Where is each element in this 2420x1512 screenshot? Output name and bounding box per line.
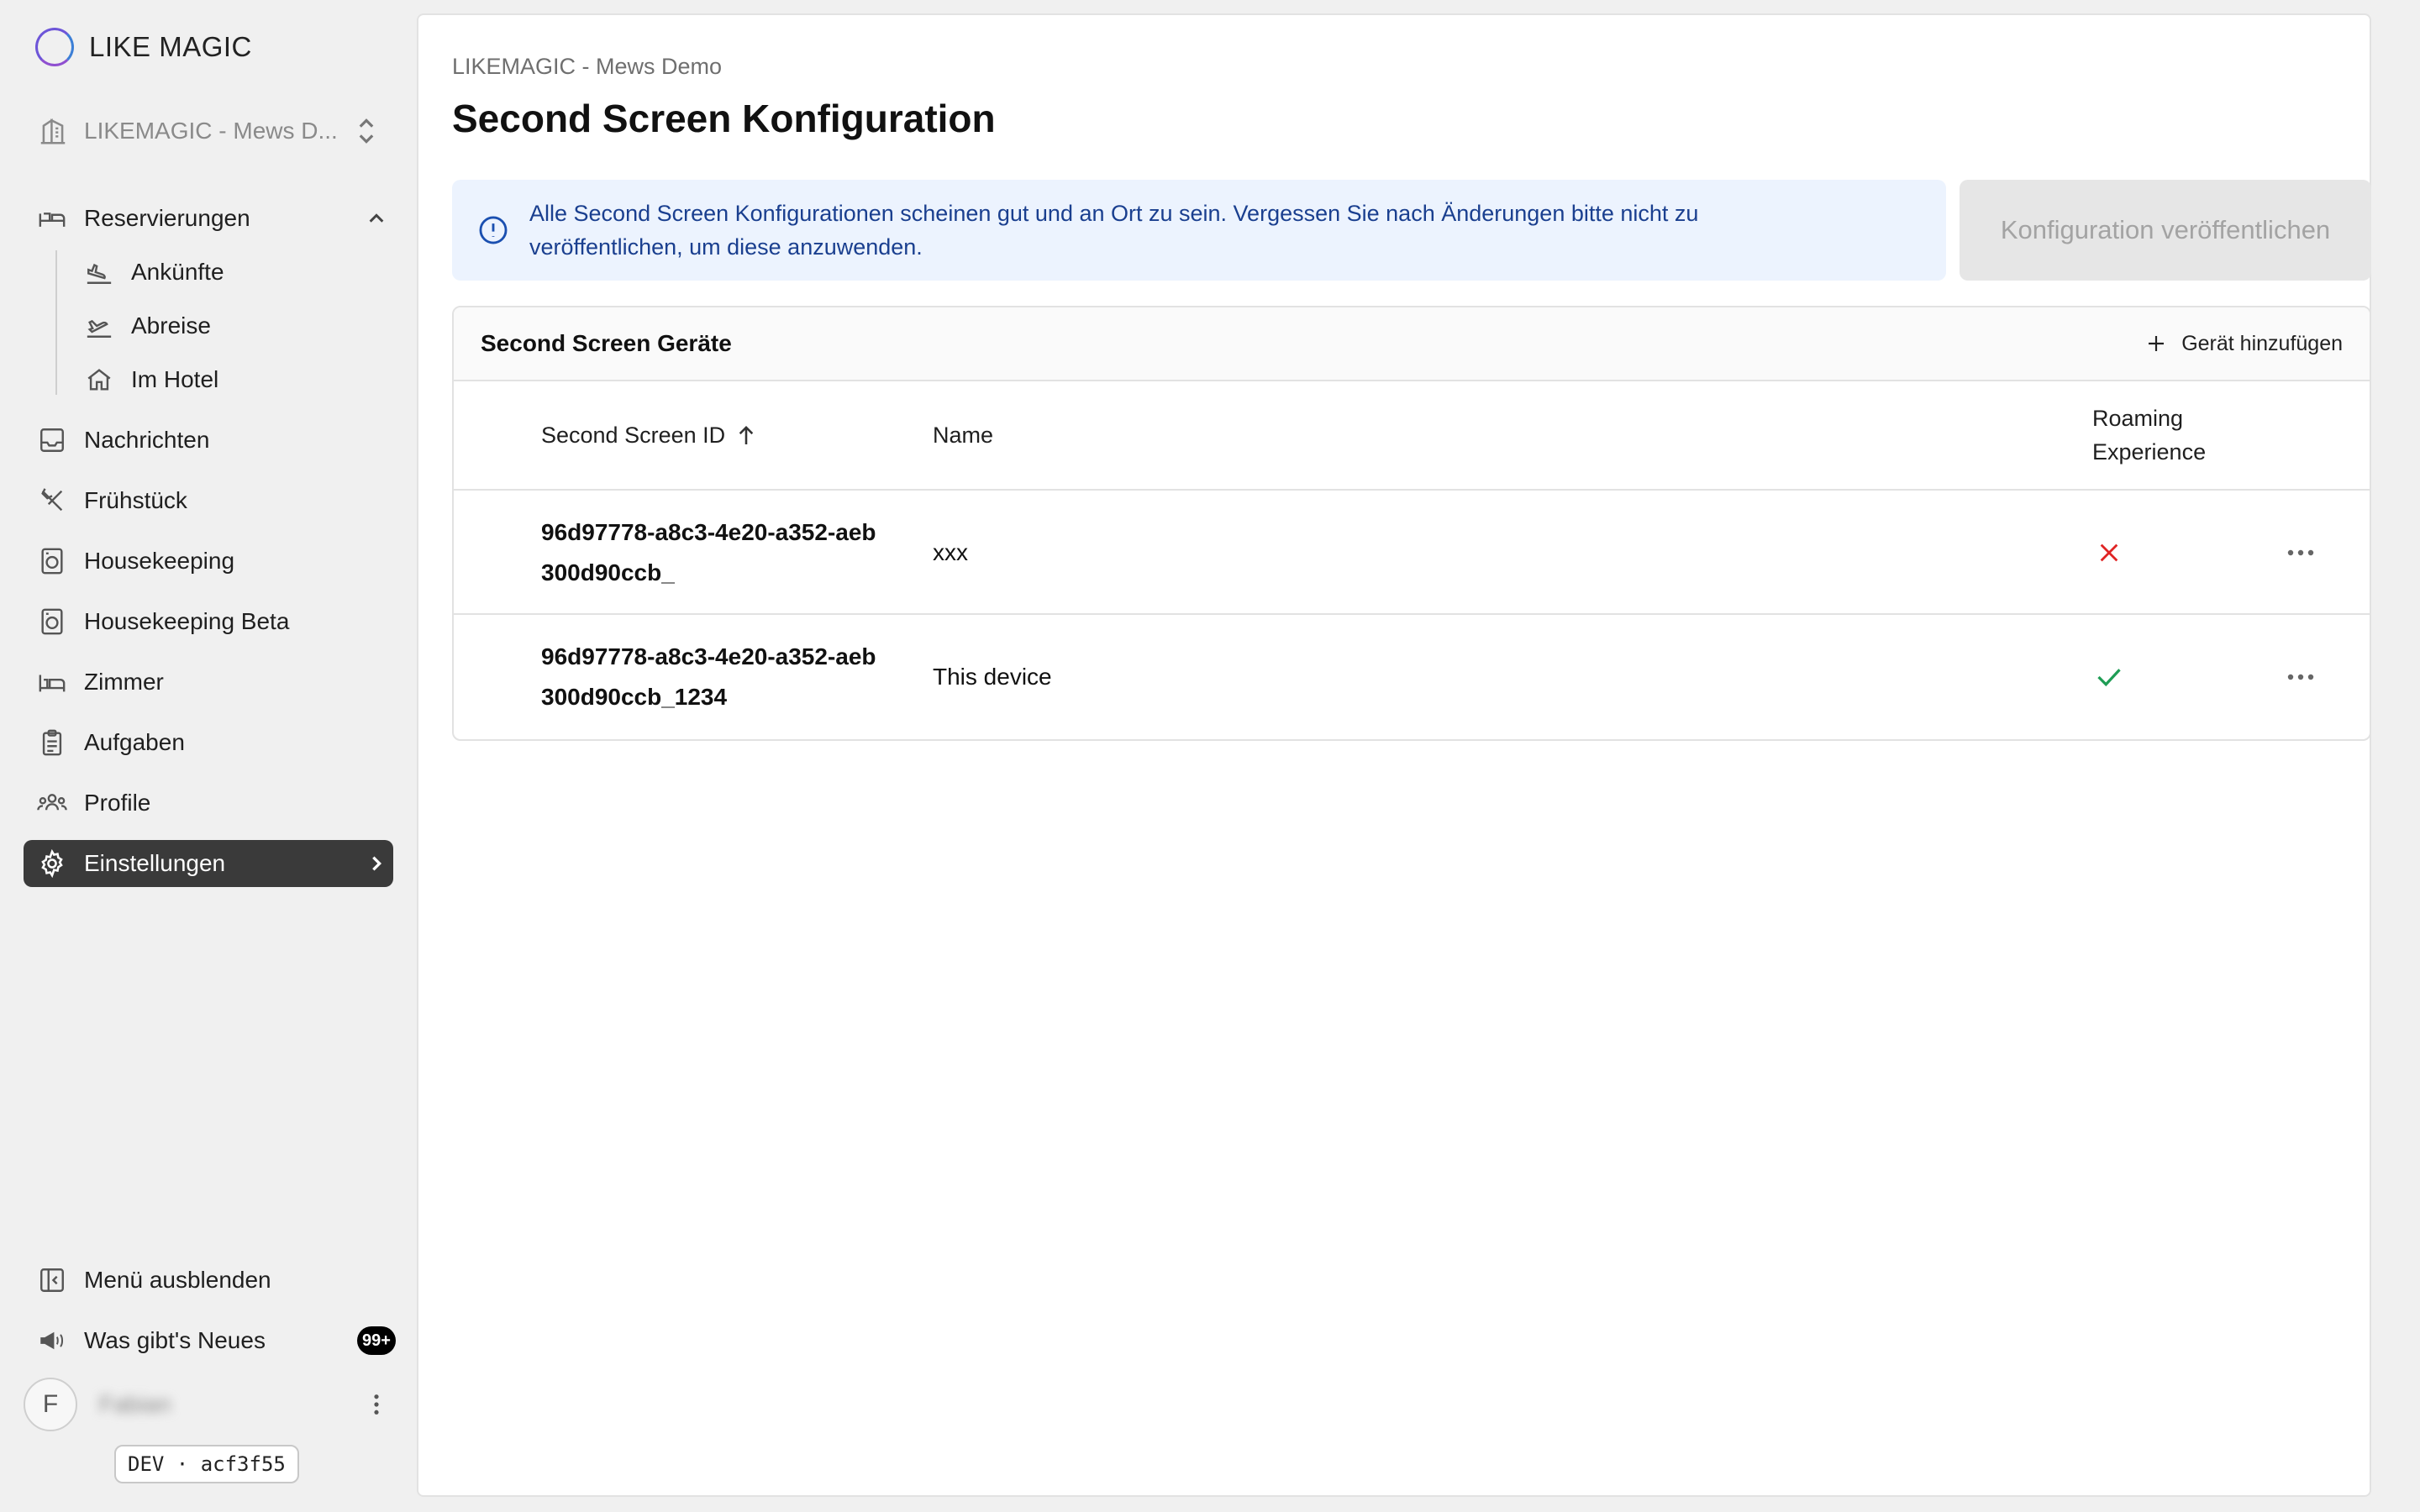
environment-tag: DEV · acf3f55 — [114, 1445, 299, 1483]
bed-icon — [37, 203, 67, 234]
brand[interactable]: LIKE MAGIC — [35, 27, 252, 67]
users-icon — [37, 788, 67, 818]
chevron-up-down-icon — [353, 113, 380, 149]
home-icon — [84, 365, 114, 395]
sidebar-item-label: Ankünfte — [131, 259, 224, 285]
sidebar-item-tasks[interactable]: Aufgaben — [24, 719, 393, 766]
sidebar-item-label: Im Hotel — [131, 366, 219, 392]
device-name: This device — [933, 664, 1052, 690]
table-row[interactable]: 96d97778-a8c3-4e20-a352-aeb300d90ccb_ xx… — [454, 491, 2370, 615]
notification-badge: 99+ — [357, 1326, 396, 1355]
sidebar-item-label: Housekeeping — [84, 548, 235, 574]
sidebar-item-breakfast[interactable]: Frühstück — [24, 477, 393, 524]
devices-card: Second Screen Geräte Gerät hinzufügen Se… — [452, 306, 2371, 741]
sidebar-item-housekeeping-beta[interactable]: Housekeeping Beta — [24, 598, 393, 645]
sidebar-item-profiles[interactable]: Profile — [24, 780, 393, 827]
column-header-name[interactable]: Name — [933, 418, 993, 452]
device-name: xxx — [933, 539, 968, 565]
plane-takeoff-icon — [84, 311, 114, 341]
sidebar-item-arrivals[interactable]: Ankünfte — [71, 249, 393, 296]
column-header-roaming[interactable]: Roaming Experience — [2092, 402, 2206, 469]
sidebar-item-label: Profile — [84, 790, 151, 816]
sidebar-item-housekeeping[interactable]: Housekeeping — [24, 538, 393, 585]
plus-icon — [2146, 333, 2166, 354]
brand-name: LIKE MAGIC — [89, 31, 252, 62]
hide-menu-button[interactable]: Menü ausblenden — [24, 1257, 393, 1304]
sidebar-item-label: Reservierungen — [84, 205, 250, 231]
table-header: Second Screen ID Name Roaming Experience — [454, 381, 2370, 491]
main-content: LIKEMAGIC - Mews Demo Second Screen Konf… — [417, 13, 2371, 1497]
chevron-up-icon — [360, 209, 393, 228]
clipboard-icon — [37, 727, 67, 758]
check-icon — [2092, 657, 2126, 697]
user-name: Fabian — [99, 1391, 171, 1417]
info-banner-text: Alle Second Screen Konfigurationen schei… — [529, 201, 1699, 260]
avatar: F — [24, 1378, 77, 1431]
column-header-label: Experience — [2092, 439, 2207, 465]
devices-card-title: Second Screen Geräte — [481, 330, 732, 356]
sidebar-item-label: Zimmer — [84, 669, 164, 695]
washing-machine-icon — [37, 546, 67, 576]
whats-new-label: Was gibt's Neues — [84, 1327, 266, 1353]
sidebar: LIKE MAGIC LIKEMAGIC - Mews D... Reservi… — [0, 0, 417, 1512]
table-row[interactable]: 96d97778-a8c3-4e20-a352-aeb300d90ccb_123… — [454, 615, 2370, 739]
device-id: 96d97778-a8c3-4e20-a352-aeb300d90ccb_ — [541, 519, 876, 585]
sidebar-item-label: Abreise — [131, 312, 211, 339]
column-header-id[interactable]: Second Screen ID — [541, 418, 755, 452]
sidebar-item-departures[interactable]: Abreise — [71, 302, 393, 349]
sidebar-item-rooms[interactable]: Zimmer — [24, 659, 393, 706]
device-id: 96d97778-a8c3-4e20-a352-aeb300d90ccb_123… — [541, 643, 876, 710]
user-menu[interactable]: F Fabian — [24, 1378, 393, 1431]
sidebar-item-label: Housekeeping Beta — [84, 608, 290, 634]
like-magic-logo-icon — [35, 28, 74, 66]
page-title: Second Screen Konfiguration — [452, 97, 996, 140]
more-horizontal-icon[interactable] — [2275, 657, 2326, 697]
sidebar-item-reservations[interactable]: Reservierungen — [24, 195, 393, 242]
bed-double-icon — [37, 667, 67, 697]
x-icon — [2092, 533, 2126, 573]
sidebar-item-label: Einstellungen — [84, 850, 226, 876]
property-switcher[interactable]: LIKEMAGIC - Mews D... — [35, 111, 380, 151]
hide-menu-label: Menü ausblenden — [84, 1267, 271, 1293]
property-name: LIKEMAGIC - Mews D... — [84, 118, 338, 144]
sidebar-collapse-icon — [37, 1265, 67, 1295]
add-device-button[interactable]: Gerät hinzufügen — [2146, 332, 2343, 356]
info-banner: Alle Second Screen Konfigurationen schei… — [452, 180, 1946, 281]
more-horizontal-icon[interactable] — [2275, 533, 2326, 573]
whats-new-badge-wrap: 99+ — [357, 1326, 396, 1355]
sidebar-item-settings[interactable]: Einstellungen — [24, 840, 393, 887]
submenu-divider — [55, 250, 57, 395]
info-circle-icon — [477, 214, 509, 246]
publish-configuration-button[interactable]: Konfiguration veröffentlichen — [1960, 180, 2371, 281]
gear-icon — [37, 848, 67, 879]
add-device-label: Gerät hinzufügen — [2181, 331, 2343, 355]
whats-new-button[interactable]: Was gibt's Neues 99+ — [24, 1317, 396, 1364]
sidebar-item-label: Aufgaben — [84, 729, 185, 755]
chevron-right-icon — [360, 854, 393, 873]
utensils-icon — [37, 486, 67, 516]
inbox-icon — [37, 425, 67, 455]
sidebar-item-label: Nachrichten — [84, 427, 210, 453]
column-header-label: Roaming — [2092, 406, 2184, 431]
sidebar-item-label: Frühstück — [84, 487, 187, 513]
sidebar-item-in-hotel[interactable]: Im Hotel — [71, 356, 393, 403]
sort-ascending-icon — [737, 424, 755, 446]
washing-machine-icon — [37, 606, 67, 637]
devices-card-header: Second Screen Geräte Gerät hinzufügen — [454, 307, 2370, 381]
plane-landing-icon — [84, 257, 114, 287]
breadcrumb[interactable]: LIKEMAGIC - Mews Demo — [452, 54, 722, 80]
column-header-label: Second Screen ID — [541, 423, 726, 448]
building-icon — [35, 113, 71, 149]
kebab-vertical-icon[interactable] — [360, 1394, 393, 1415]
sidebar-item-messages[interactable]: Nachrichten — [24, 417, 393, 464]
megaphone-icon — [37, 1326, 67, 1356]
